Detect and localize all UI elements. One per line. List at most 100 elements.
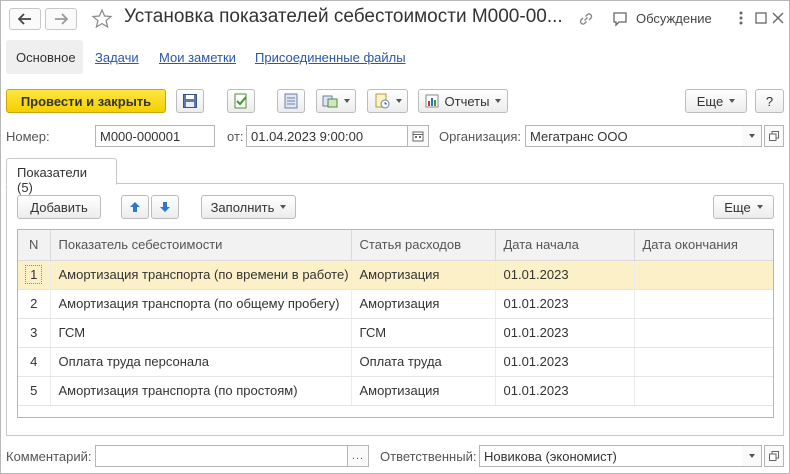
structure-button[interactable] [277,89,305,113]
document-list-icon [284,93,298,109]
date-from-label: от: [227,129,244,144]
chevron-down-icon [280,205,287,209]
responsible-open-button[interactable] [764,445,784,467]
help-button[interactable]: ? [755,89,784,113]
reports-button[interactable]: Отчеты [418,89,508,113]
table-header-row: N Показатель себестоимости Статья расход… [18,230,773,261]
tab-indicators[interactable]: Показатели (5) [6,158,117,195]
close-icon [772,12,784,24]
organization-dropdown-button[interactable] [742,125,762,147]
arrow-up-icon [130,202,140,212]
comment-open-button[interactable]: ... [347,445,369,467]
star-icon [91,8,113,29]
cell-indicator[interactable]: ГСМ [50,318,352,348]
create-based-on-button[interactable] [316,89,356,113]
speech-bubble-icon [613,12,627,27]
column-header-start-date[interactable]: Дата начала [495,230,635,261]
page-title: Установка показателей себестоимости М000… [124,6,563,27]
link-icon [579,13,593,25]
discussion-icon-button[interactable] [610,9,630,29]
open-window-icon [769,451,779,461]
cell-end-date[interactable] [634,347,773,377]
organization-label: Организация: [439,129,522,144]
cell-indicator[interactable]: Амортизация транспорта (по общему пробег… [50,289,352,319]
back-button[interactable] [9,8,41,30]
table-row[interactable]: 3 ГСМ ГСМ 01.01.2023 [18,318,773,348]
maximize-button[interactable] [753,10,769,26]
column-header-indicator[interactable]: Показатель себестоимости [50,230,352,261]
vertical-dots-icon [739,11,743,25]
cell-n: 3 [18,318,51,348]
cell-start-date[interactable]: 01.01.2023 [495,260,635,290]
number-label: Номер: [6,129,50,144]
comment-label: Комментарий: [6,449,92,464]
cell-article[interactable]: Амортизация [351,260,496,290]
calendar-button[interactable] [407,125,429,147]
ellipsis-icon: ... [351,450,365,462]
cell-end-date[interactable] [634,260,773,290]
cell-start-date[interactable]: 01.01.2023 [495,376,635,406]
link-button[interactable] [576,9,596,29]
cell-indicator[interactable]: Амортизация транспорта (по простоям) [50,376,352,406]
fill-button[interactable]: Заполнить [201,195,296,219]
save-button[interactable] [176,89,204,113]
discussion-label[interactable]: Обсуждение [636,11,712,26]
chevron-down-icon [748,454,755,458]
table-more-button[interactable]: Еще [713,195,774,219]
cell-start-date[interactable]: 01.01.2023 [495,289,635,319]
cell-start-date[interactable]: 01.01.2023 [495,318,635,348]
close-button[interactable] [770,10,786,26]
favorite-star-button[interactable] [90,7,114,31]
arrow-down-icon [160,202,170,212]
table-row[interactable]: 2 Амортизация транспорта (по общему проб… [18,289,773,319]
chevron-down-icon [495,99,502,103]
cell-article[interactable]: Амортизация [351,289,496,319]
cell-end-date[interactable] [634,289,773,319]
chevron-down-icon [395,99,402,103]
add-button[interactable]: Добавить [17,195,101,219]
indicators-table[interactable]: N Показатель себестоимости Статья расход… [17,229,774,418]
tab-tasks[interactable]: Задачи [95,50,139,65]
print-button[interactable] [367,89,408,113]
tab-main[interactable]: Основное [16,50,76,65]
tab-attached-files[interactable]: Присоединенные файлы [255,50,406,65]
cell-start-date[interactable]: 01.01.2023 [495,347,635,377]
chevron-down-icon [756,205,763,209]
number-field[interactable]: М000-000001 [95,125,215,147]
responsible-dropdown-button[interactable] [742,445,762,467]
table-row[interactable]: 1 Амортизация транспорта (по времени в р… [18,260,773,290]
cell-n: 1 [18,260,51,290]
cell-indicator[interactable]: Оплата труда персонала [50,347,352,377]
move-down-button[interactable] [151,195,179,219]
comment-field[interactable] [95,445,348,467]
cell-n: 4 [18,347,51,377]
cell-indicator[interactable]: Амортизация транспорта (по времени в раб… [50,260,352,290]
column-header-n[interactable]: N [18,230,51,261]
cell-end-date[interactable] [634,376,773,406]
organization-open-button[interactable] [764,125,784,147]
column-header-article[interactable]: Статья расходов [351,230,496,261]
more-menu-button[interactable] [733,10,749,26]
post-and-close-button[interactable]: Провести и закрыть [6,89,166,113]
floppy-disk-icon [183,94,197,108]
table-row[interactable]: 5 Амортизация транспорта (по простоям) А… [18,376,773,406]
cell-end-date[interactable] [634,318,773,348]
date-field[interactable]: 01.04.2023 9:00:00 [246,125,408,147]
tab-my-notes[interactable]: Мои заметки [159,50,236,65]
arrow-right-icon [55,13,68,25]
cell-article[interactable]: ГСМ [351,318,496,348]
document-clock-icon [375,93,389,109]
table-row[interactable]: 4 Оплата труда персонала Оплата труда 01… [18,347,773,377]
column-header-end-date[interactable]: Дата окончания [634,230,773,261]
cell-article[interactable]: Оплата труда [351,347,496,377]
open-window-icon [769,131,779,141]
cell-article[interactable]: Амортизация [351,376,496,406]
more-button[interactable]: Еще [685,89,747,113]
forward-button[interactable] [45,8,77,30]
report-chart-icon [425,94,439,108]
move-up-button[interactable] [121,195,149,219]
organization-field[interactable]: Мегатранс ООО [525,125,743,147]
post-button[interactable] [227,89,255,113]
responsible-field[interactable]: Новикова (экономист) [479,445,743,467]
reports-label: Отчеты [444,93,490,109]
